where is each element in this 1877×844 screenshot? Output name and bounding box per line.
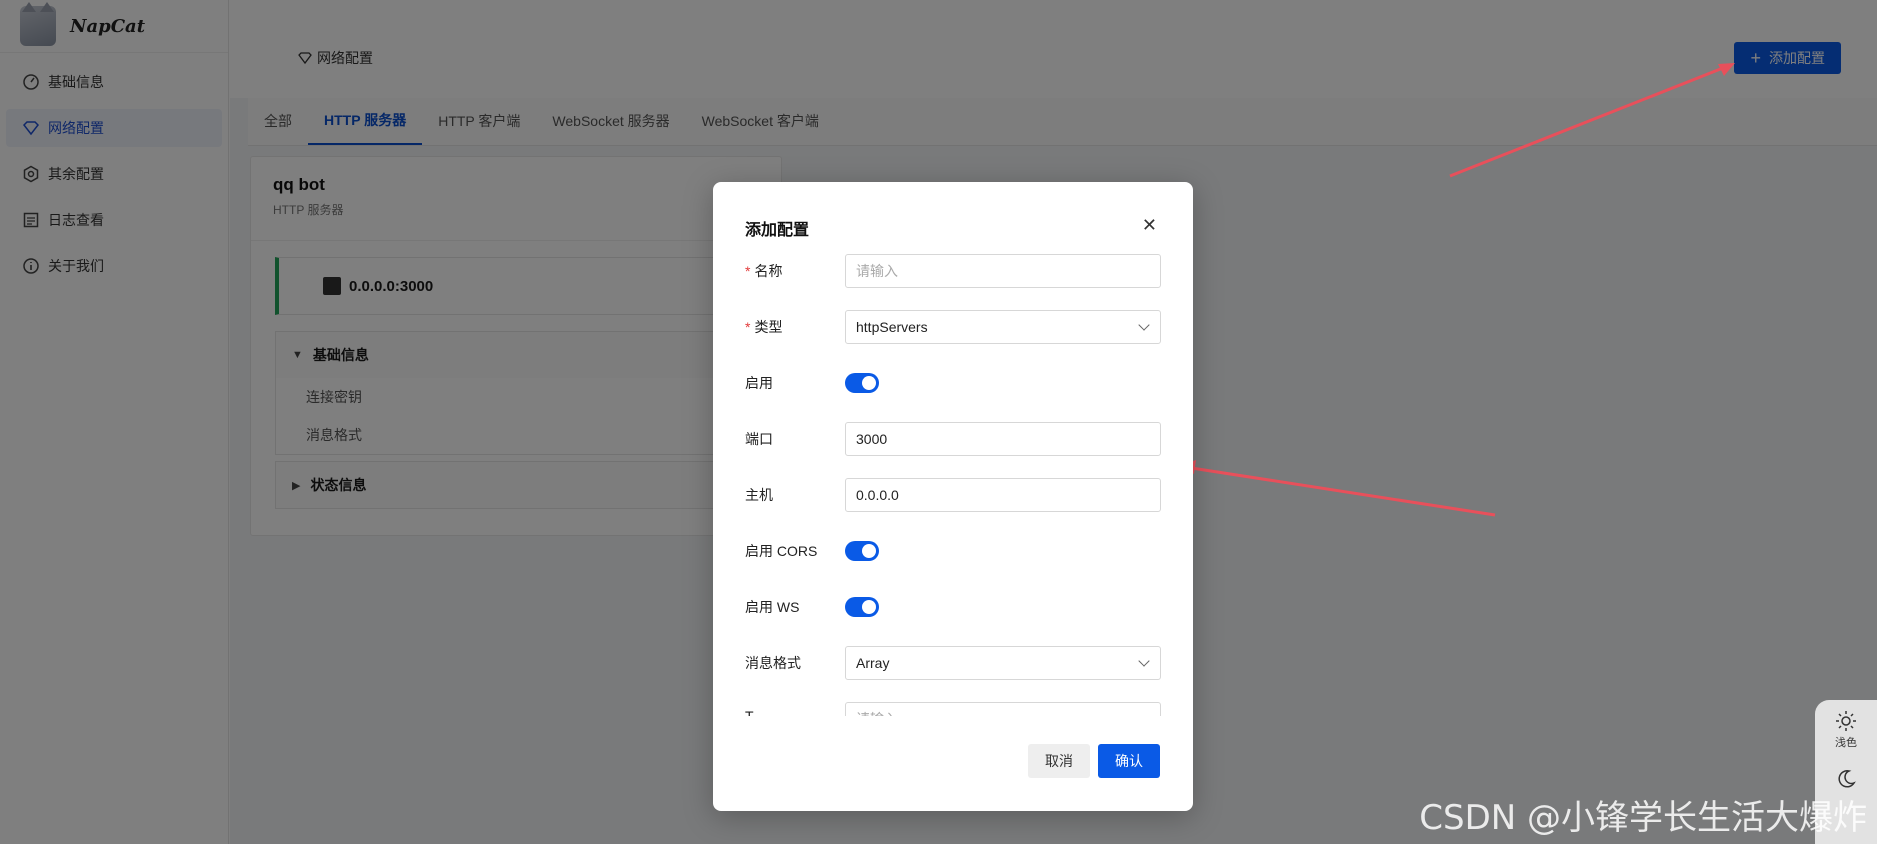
field-label: 消息格式 — [745, 655, 801, 671]
light-theme-label: 浅色 — [1835, 737, 1857, 749]
form-row-cors: 启用 CORS — [745, 534, 1161, 568]
chevron-down-icon — [1138, 319, 1150, 331]
field-label: 启用 WS — [745, 599, 800, 615]
message-format-select[interactable]: Array — [845, 646, 1161, 680]
add-config-dialog: 添加配置 ✕ * 名称 请输入 * 类型 httpServers 启用 端口 300… — [713, 182, 1193, 811]
form-row-token: T... 请输入 — [745, 702, 1161, 716]
port-input[interactable]: 3000 — [845, 422, 1161, 456]
light-theme-button[interactable]: 浅色 — [1815, 710, 1877, 750]
token-input[interactable]: 请输入 — [845, 702, 1161, 716]
form-row-message-format: 消息格式 Array — [745, 646, 1161, 680]
cors-toggle[interactable] — [845, 541, 879, 561]
confirm-button[interactable]: 确认 — [1098, 744, 1160, 778]
type-select-value: httpServers — [856, 319, 928, 335]
form-row-port: 端口 3000 — [745, 422, 1161, 456]
dialog-title: 添加配置 — [745, 222, 810, 239]
field-label: 启用 CORS — [745, 543, 818, 559]
type-select[interactable]: httpServers — [845, 310, 1161, 344]
field-label: 端口 — [745, 431, 773, 447]
sun-icon — [1836, 711, 1856, 731]
form-row-name: * 名称 请输入 — [745, 254, 1161, 288]
watermark-text: CSDN @小锋学长生活大爆炸 — [1419, 798, 1867, 838]
chevron-down-icon — [1138, 655, 1150, 667]
message-format-value: Array — [856, 655, 890, 671]
field-label: * 类型 — [745, 319, 783, 335]
dialog-footer: 取消 确认 — [1028, 744, 1160, 778]
form-row-ws: 启用 WS — [745, 590, 1161, 624]
close-icon[interactable]: ✕ — [1142, 216, 1157, 234]
form-row-type: * 类型 httpServers — [745, 310, 1161, 344]
field-label: 主机 — [745, 487, 773, 503]
dialog-form: * 名称 请输入 * 类型 httpServers 启用 端口 3000 主机 0.… — [745, 250, 1161, 780]
ws-toggle[interactable] — [845, 597, 879, 617]
dark-theme-button[interactable] — [1815, 768, 1877, 792]
enable-toggle[interactable] — [845, 373, 879, 393]
form-row-host: 主机 0.0.0.0 — [745, 478, 1161, 512]
moon-icon — [1838, 770, 1856, 788]
name-input[interactable]: 请输入 — [845, 254, 1161, 288]
host-input[interactable]: 0.0.0.0 — [845, 478, 1161, 512]
cancel-button[interactable]: 取消 — [1028, 744, 1090, 778]
field-label: 启用 — [745, 375, 773, 391]
form-row-enable: 启用 — [745, 366, 1161, 400]
field-label: * 名称 — [745, 263, 783, 279]
field-label: T... — [745, 708, 764, 716]
